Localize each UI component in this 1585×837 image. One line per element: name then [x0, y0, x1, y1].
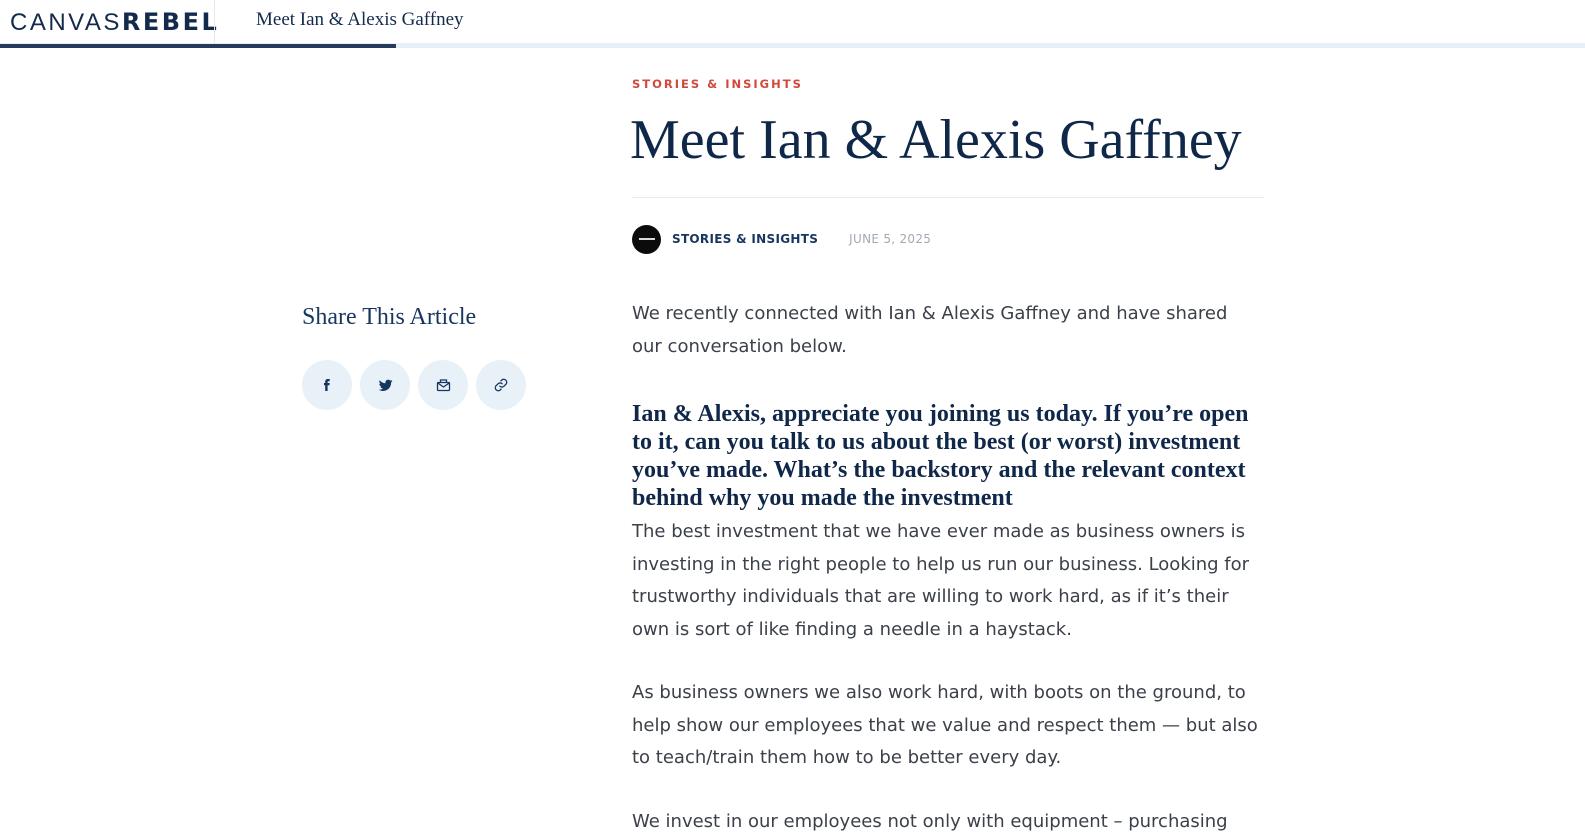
share-facebook-button[interactable] — [302, 360, 352, 410]
email-icon — [436, 379, 450, 392]
share-email-button[interactable] — [418, 360, 468, 410]
answer-paragraph-2: As business owners we also work hard, wi… — [632, 682, 1258, 768]
top-bar: CANVAS REBEL Meet Ian & Alexis Gaffney — [0, 0, 1585, 46]
reading-progress-bar — [0, 44, 1585, 48]
logo-bold-text: REBEL — [121, 8, 220, 36]
answer-paragraph-1: The best investment that we have ever ma… — [632, 521, 1250, 640]
share-link-button[interactable] — [476, 360, 526, 410]
share-twitter-button[interactable] — [360, 360, 410, 410]
category-eyebrow[interactable]: STORIES & INSIGHTS — [632, 77, 803, 91]
header-rule — [632, 197, 1264, 198]
publish-date: JUNE 5, 2025 — [849, 232, 932, 246]
share-title: Share This Article — [302, 304, 477, 330]
article-meta: STORIES & INSIGHTS JUNE 5, 2025 — [632, 224, 931, 254]
article-body: We recently connected with Ian & Alexis … — [632, 298, 1262, 837]
intro-paragraph: We recently connected with Ian & Alexis … — [632, 303, 1228, 357]
interview-question: Ian & Alexis, appreciate you joining us … — [632, 401, 1249, 511]
answer-paragraph-3: We invest in our employees not only with… — [632, 810, 1228, 832]
meta-category-link[interactable]: STORIES & INSIGHTS — [672, 232, 818, 246]
canvasrebel-logo[interactable]: CANVAS REBEL — [10, 8, 219, 36]
facebook-icon — [324, 379, 330, 391]
share-buttons — [302, 360, 526, 410]
link-icon — [494, 378, 508, 392]
logo-light-text: CANVAS — [10, 9, 122, 36]
reading-progress-fill — [0, 44, 397, 48]
header-article-title: Meet Ian & Alexis Gaffney — [256, 9, 464, 30]
twitter-icon — [378, 379, 392, 391]
article-headline: Meet Ian & Alexis Gaffney — [630, 109, 1242, 171]
author-avatar[interactable] — [632, 224, 661, 254]
header-divider — [214, 0, 215, 44]
